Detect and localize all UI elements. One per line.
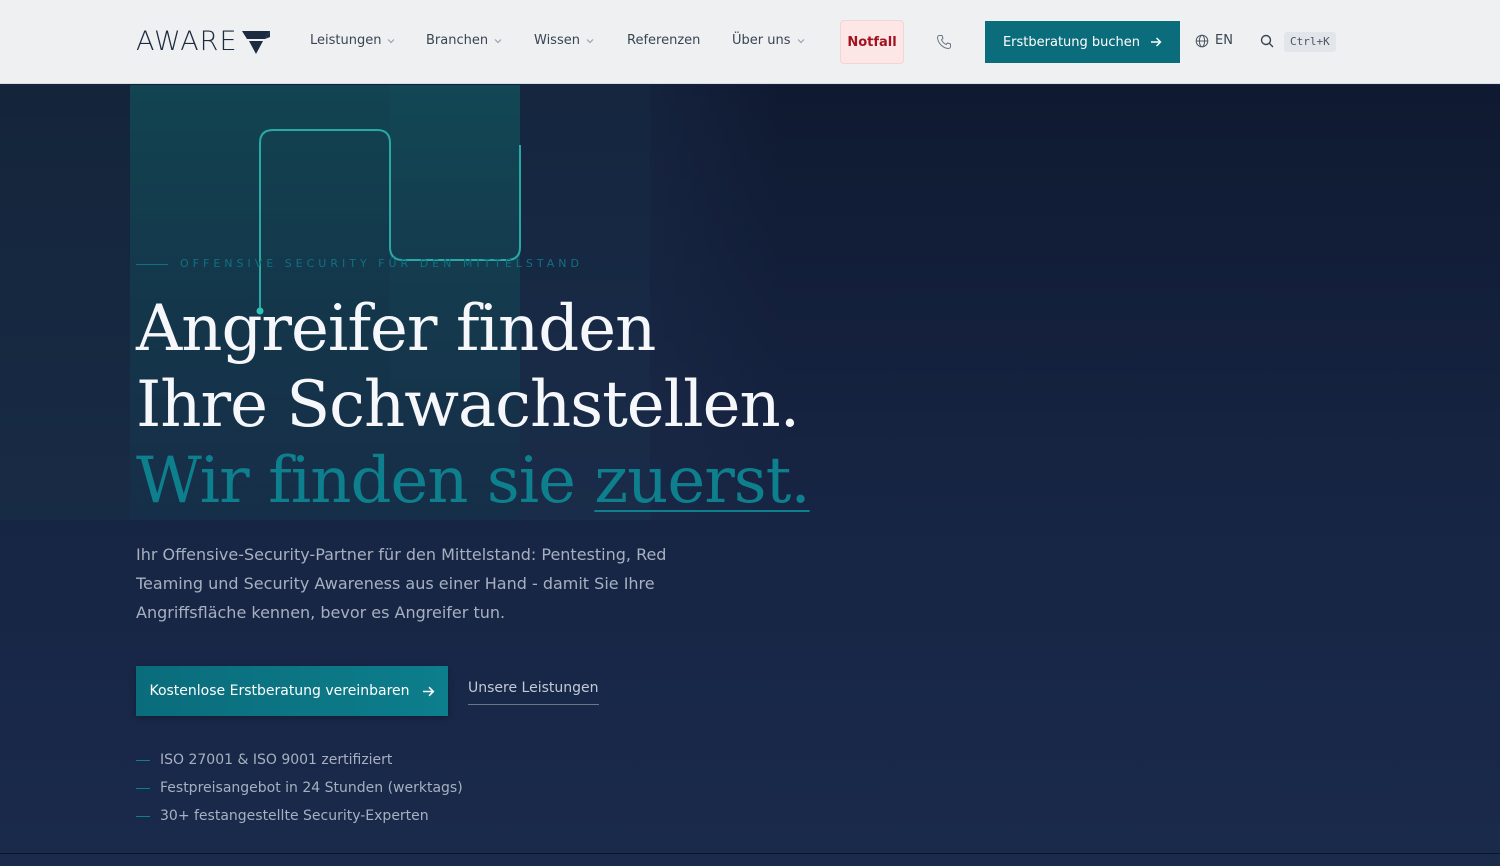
chevron-down-icon [494,39,502,44]
nav-label: Über uns [732,33,791,48]
nav-label: Leistungen [310,33,382,48]
chevron-down-icon [797,39,804,44]
feature-dash [136,815,150,817]
globe-icon [1195,34,1209,48]
feature-dash [136,787,150,789]
nav-item-leistungen[interactable]: Leistungen [310,31,395,51]
nav-label: Referenzen [627,33,701,48]
emergency-button[interactable]: Notfall [840,20,904,64]
search-shortcut: Ctrl+K [1284,32,1336,52]
headline-accent: Wir finden sie zuerst. [136,443,811,519]
logo-mark-icon [241,31,270,54]
header-inner: AWARE Leistungen Branchen Wissen Referen… [136,0,1340,84]
feature-dash [136,759,150,761]
hero-headline: Angreifer finden Ihre Schwachstellen. Wi… [136,291,811,519]
arrow-right-icon [1151,37,1162,47]
cta-label: Erstberatung buchen [1002,34,1141,50]
hero-lead-text: Ihr Offensive-Security-Partner für den M… [136,545,667,622]
nav-item-ueber-uns[interactable]: Über uns [732,31,805,51]
nav-item-referenzen[interactable]: Referenzen [627,31,700,51]
hero-eyebrow: OFFENSIVE SECURITY FÜR DEN MITTELSTAND [136,257,583,271]
feature-item: ISO 27001 & ISO 9001 zertifiziert [136,746,463,774]
eyebrow-line [136,263,168,265]
feature-item: Festpreisangebot in 24 Stunden (werktags… [136,774,463,802]
nav-label: Branchen [426,33,489,48]
brand-logo[interactable]: AWARE [136,26,271,58]
search-icon[interactable] [1260,34,1274,48]
feature-list: ISO 27001 & ISO 9001 zertifiziert Festpr… [136,746,463,830]
hero-bottom-divider [0,853,1500,854]
feature-text: 30+ festangestellte Security-Experten [160,808,429,824]
chevron-down-icon [388,39,395,44]
primary-cta-label: Kostenlose Erstberatung vereinbaren [149,683,410,699]
hero-section: OFFENSIVE SECURITY FÜR DEN MITTELSTAND A… [0,85,1500,866]
language-switcher[interactable]: EN [1195,31,1233,51]
phone-icon[interactable] [936,34,952,50]
book-consultation-button[interactable]: Erstberatung buchen [985,21,1180,63]
free-consultation-button[interactable]: Kostenlose Erstberatung vereinbaren [136,666,448,716]
nav-label: Wissen [534,33,580,48]
language-label: EN [1215,33,1233,48]
feature-text: ISO 27001 & ISO 9001 zertifiziert [160,752,393,768]
brand-name: AWARE [136,26,238,57]
eyebrow-text: OFFENSIVE SECURITY FÜR DEN MITTELSTAND [180,257,583,270]
headline-accent-prefix: Wir finden sie [136,444,595,518]
feature-item: 30+ festangestellte Security-Experten [136,802,463,830]
nav-item-wissen[interactable]: Wissen [534,31,594,51]
headline-line-2: Ihre Schwachstellen. [136,368,800,442]
our-services-link[interactable]: Unsere Leistungen [468,678,599,705]
headline-line-1: Angreifer finden [136,292,656,366]
site-header: AWARE Leistungen Branchen Wissen Referen… [0,0,1500,84]
nav-item-branchen[interactable]: Branchen [426,31,502,51]
arrow-right-icon [422,686,434,696]
headline-accent-underlined: zuerst. [594,444,810,518]
chevron-down-icon [586,39,594,44]
feature-text: Festpreisangebot in 24 Stunden (werktags… [160,780,463,796]
